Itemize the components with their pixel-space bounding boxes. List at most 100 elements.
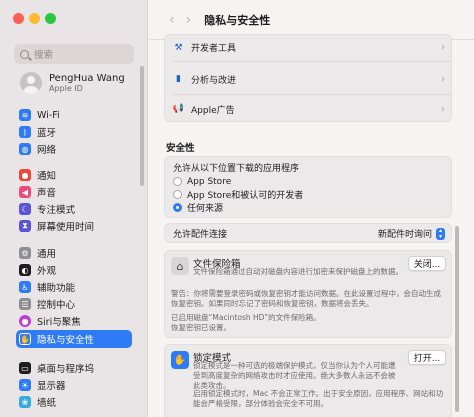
sidebar-item-control-center[interactable]: ☰ 控制中心 bbox=[16, 296, 132, 312]
search-placeholder: 搜索 bbox=[34, 50, 54, 61]
sidebar-item-label: 通用 bbox=[37, 249, 57, 260]
sidebar-item-screen-time[interactable]: ⧗ 屏幕使用时间 bbox=[16, 218, 132, 234]
sidebar-item-privacy-security[interactable]: ✋ 隐私与安全性 bbox=[16, 330, 132, 348]
back-chevron-icon[interactable]: ‹ bbox=[169, 12, 175, 28]
lockdown-description: 锁定模式是一种可选的极端保护模式，仅当你认为个人可能遭受到高度复杂的网络攻击时才… bbox=[193, 361, 396, 390]
sidebar-item-label: 声音 bbox=[37, 188, 57, 199]
sidebar-item-accessibility[interactable]: ♿ 辅助功能 bbox=[16, 279, 132, 295]
account-name: PengHua Wang bbox=[49, 72, 125, 84]
sidebar-item-focus[interactable]: ☾ 专注模式 bbox=[16, 201, 132, 217]
sidebar-item-wifi[interactable]: ≋ Wi-Fi bbox=[16, 107, 132, 123]
filevault-description: 文件保险箱通过自动对磁盘内容进行加密来保护磁盘上的数据。 bbox=[193, 267, 403, 276]
accessory-popup[interactable]: 新配件时询问 ▴ ▾ bbox=[378, 226, 445, 241]
account-subtitle: Apple ID bbox=[49, 83, 83, 93]
minimize-window-button[interactable] bbox=[29, 13, 40, 24]
bluetooth-icon: ᛒ bbox=[19, 126, 31, 138]
close-window-button[interactable] bbox=[13, 13, 24, 24]
hourglass-icon: ⧗ bbox=[19, 220, 31, 232]
siri-icon: ● bbox=[19, 315, 31, 327]
hand-icon: ✋ bbox=[19, 333, 31, 345]
sidebar-item-appearance[interactable]: ◐ 外观 bbox=[16, 262, 132, 278]
lockdown-turn-on-button[interactable]: 打开... bbox=[408, 350, 446, 365]
filevault-status: 已启用磁盘“Macintosh HD”的文件保险箱。 恢复密钥已设置。 bbox=[171, 313, 321, 332]
search-input[interactable]: 搜索 bbox=[14, 44, 134, 64]
filevault-warning: 警告：你将需要登录密码或恢复密钥才能访问数据。在此设置过程中，会自动生成恢复密钥… bbox=[171, 289, 441, 308]
sidebar-item-label: 蓝牙 bbox=[37, 128, 57, 139]
row-label: 开发者工具 bbox=[191, 44, 237, 54]
chart-icon: ▮ bbox=[176, 74, 181, 84]
wallpaper-icon: ❀ bbox=[19, 396, 31, 408]
lockdown-description-2: 启用锁定模式时，Mac 不会正常工作。出于安全原因，应用程序、网站和功能会严格受… bbox=[193, 389, 444, 408]
wifi-icon: ≋ bbox=[19, 109, 31, 121]
display-icon: ☀ bbox=[19, 379, 31, 391]
sidebar-item-general[interactable]: ⚙ 通用 bbox=[16, 245, 132, 261]
sidebar-item-siri-spotlight[interactable]: ● Siri与聚焦 bbox=[16, 313, 132, 329]
sidebar-item-label: 隐私与安全性 bbox=[37, 335, 95, 346]
bell-icon: ● bbox=[19, 169, 31, 181]
sidebar-item-wallpaper[interactable]: ❀ 墙纸 bbox=[16, 394, 132, 410]
search-icon bbox=[20, 49, 29, 59]
option-app-store-identified[interactable]: App Store和被认可的开发者 bbox=[165, 188, 451, 201]
sidebar-item-label: 控制中心 bbox=[37, 300, 76, 311]
accessory-card: 允许配件连接 新配件时询问 ▴ ▾ bbox=[164, 223, 452, 243]
sidebar-item-label: 墙纸 bbox=[37, 398, 57, 409]
chevron-right-icon: › bbox=[441, 103, 445, 115]
zoom-window-button[interactable] bbox=[45, 13, 56, 24]
avatar bbox=[20, 72, 42, 94]
appearance-icon: ◐ bbox=[19, 264, 31, 276]
option-anywhere[interactable]: 任何来源 bbox=[165, 201, 451, 214]
sidebar-item-label: 专注模式 bbox=[37, 205, 76, 216]
chevron-right-icon: › bbox=[441, 73, 445, 85]
main-pane: ‹ › 隐私与安全性 ⚒ 开发者工具 › ▮ 分析与改进 › 📢 Apple广告… bbox=[149, 0, 474, 417]
row-developer-tools[interactable]: ⚒ 开发者工具 › bbox=[165, 35, 451, 60]
sidebar-item-label: 桌面与程序坞 bbox=[37, 364, 95, 375]
sidebar-item-label: 网络 bbox=[37, 145, 57, 156]
sidebar-item-sound[interactable]: ◀ 声音 bbox=[16, 184, 132, 200]
gear-icon: ⚙ bbox=[19, 247, 31, 259]
moon-icon: ☾ bbox=[19, 203, 31, 215]
sidebar-item-label: Wi-Fi bbox=[37, 109, 60, 121]
accessory-label: 允许配件连接 bbox=[173, 230, 228, 240]
speaker-icon: ◀ bbox=[19, 186, 31, 198]
sidebar-item-label: 通知 bbox=[37, 171, 57, 182]
dock-icon: ▭ bbox=[19, 362, 31, 374]
radio-app-store[interactable] bbox=[173, 177, 182, 186]
sidebar-item-label: 外观 bbox=[37, 266, 57, 277]
forward-chevron-icon[interactable]: › bbox=[186, 12, 192, 28]
row-analytics[interactable]: ▮ 分析与改进 › bbox=[165, 68, 451, 90]
sidebar-scrollbar[interactable] bbox=[140, 66, 144, 186]
sidebar-item-label: Siri与聚焦 bbox=[37, 317, 81, 328]
control-center-icon: ☰ bbox=[19, 298, 31, 310]
filevault-icon: ⌂ bbox=[171, 257, 189, 275]
filevault-card: ⌂ 文件保险箱 文件保险箱通过自动对磁盘内容进行加密来保护磁盘上的数据。 关闭.… bbox=[164, 250, 452, 338]
lockdown-card: ✋ 锁定模式 锁定模式是一种可选的极端保护模式，仅当你认为个人可能遭受到高度复杂… bbox=[164, 344, 452, 417]
updown-chevron-icon: ▴ ▾ bbox=[436, 227, 445, 240]
sidebar-item-desktop-dock[interactable]: ▭ 桌面与程序坞 bbox=[16, 360, 132, 376]
option-app-store[interactable]: App Store bbox=[165, 175, 451, 188]
row-apple-ads[interactable]: 📢 Apple广告 › bbox=[165, 98, 451, 120]
filevault-turn-off-button[interactable]: 关闭... bbox=[408, 256, 446, 271]
chevron-right-icon: › bbox=[441, 42, 445, 53]
radio-anywhere[interactable] bbox=[173, 203, 182, 212]
page-title: 隐私与安全性 bbox=[204, 13, 271, 27]
sidebar-item-label: 显示器 bbox=[37, 381, 66, 392]
security-card: 允许从以下位置下载的应用程序 App Store App Store和被认可的开… bbox=[164, 156, 452, 218]
allow-apps-label: 允许从以下位置下载的应用程序 bbox=[173, 164, 300, 174]
accessibility-icon: ♿ bbox=[19, 281, 31, 293]
lockdown-hand-icon: ✋ bbox=[171, 351, 189, 369]
apple-id-account[interactable]: PengHua Wang Apple ID bbox=[20, 72, 140, 94]
sidebar-item-notifications[interactable]: ● 通知 bbox=[16, 167, 132, 183]
sidebar-item-label: 屏幕使用时间 bbox=[37, 222, 95, 233]
sidebar-item-network[interactable]: ◍ 网络 bbox=[16, 141, 132, 157]
megaphone-icon: 📢 bbox=[172, 104, 185, 114]
row-label: Apple广告 bbox=[191, 105, 235, 116]
sidebar: 搜索 PengHua Wang Apple ID ≋ Wi-Fi ᛒ 蓝牙 ◍ … bbox=[0, 0, 148, 417]
sidebar-item-displays[interactable]: ☀ 显示器 bbox=[16, 377, 132, 393]
radio-app-store-identified[interactable] bbox=[173, 190, 182, 199]
main-scrollbar[interactable] bbox=[455, 226, 459, 412]
privacy-list-card: ⚒ 开发者工具 › ▮ 分析与改进 › 📢 Apple广告 › bbox=[164, 34, 452, 122]
sidebar-item-bluetooth[interactable]: ᛒ 蓝牙 bbox=[16, 124, 132, 140]
row-label: 分析与改进 bbox=[191, 75, 237, 86]
sidebar-item-label: 辅助功能 bbox=[37, 283, 76, 294]
hammer-icon: ⚒ bbox=[174, 42, 183, 53]
